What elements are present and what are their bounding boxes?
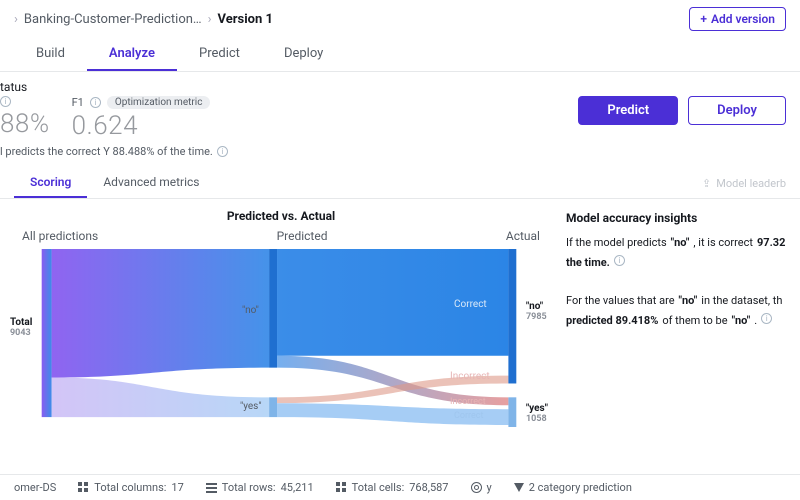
f1-value: 0.624 xyxy=(72,111,211,141)
status-description: l predicts the correct Y 88.488% of the … xyxy=(0,145,213,158)
model-leaderboard-link[interactable]: ⇪ Model leaderb xyxy=(702,177,786,190)
tab-build[interactable]: Build xyxy=(14,38,87,71)
rows-icon xyxy=(206,482,217,493)
actual-yes-label: "yes" xyxy=(526,403,548,414)
info-icon[interactable]: i xyxy=(761,313,772,324)
dataset-footer: omer-DS Total columns:17 Total rows:45,2… xyxy=(0,474,800,500)
breadcrumb-model[interactable]: Banking-Customer-Prediction… xyxy=(24,12,202,27)
prediction-type: 2 category prediction xyxy=(529,481,632,494)
actual-no-value: 7985 xyxy=(526,312,547,322)
predicted-yes-label: "yes" xyxy=(240,401,262,412)
metric-accuracy: i 88% xyxy=(0,96,50,141)
info-icon[interactable]: i xyxy=(217,146,228,157)
target-column: y xyxy=(487,481,492,494)
correct-label-2: Correct xyxy=(454,411,483,421)
correct-label: Correct xyxy=(454,299,487,310)
share-icon: ⇪ xyxy=(702,177,711,190)
optimization-badge: Optimization metric xyxy=(107,96,211,109)
insight-1: If the model predicts "no", it is correc… xyxy=(566,235,786,271)
predicted-no-label: "no" xyxy=(242,305,259,316)
col-all-predictions: All predictions xyxy=(22,229,98,243)
plus-icon: + xyxy=(700,12,707,26)
actual-yes-value: 1058 xyxy=(526,414,548,424)
deploy-button[interactable]: Deploy xyxy=(688,96,786,125)
info-icon[interactable]: i xyxy=(614,255,625,266)
chart-title: Predicted vs. Actual xyxy=(14,209,548,223)
col-actual: Actual xyxy=(506,229,540,243)
insight-2: For the values that are "no" in the data… xyxy=(566,293,786,329)
info-icon[interactable]: i xyxy=(0,96,11,107)
insights-heading: Model accuracy insights xyxy=(566,211,786,225)
sankey-chart: Predicted vs. Actual All predictions Pre… xyxy=(14,209,548,439)
actual-no-label: "no" xyxy=(526,301,543,312)
f1-label: F1 xyxy=(72,96,84,109)
chevron-right-icon: › xyxy=(14,12,18,27)
total-label: Total xyxy=(10,317,32,328)
tab-deploy[interactable]: Deploy xyxy=(262,38,345,71)
subtab-advanced-metrics[interactable]: Advanced metrics xyxy=(87,168,215,198)
metric-f1: F1 i Optimization metric 0.624 xyxy=(72,96,211,141)
breadcrumb-version[interactable]: Version 1 xyxy=(218,12,273,27)
incorrect-label-2: Incorrect xyxy=(450,397,486,407)
predict-button[interactable]: Predict xyxy=(578,96,678,125)
incorrect-label: Incorrect xyxy=(450,371,490,382)
breadcrumb: › Banking-Customer-Prediction… › Version… xyxy=(14,12,273,27)
columns-icon xyxy=(78,482,89,493)
tab-predict[interactable]: Predict xyxy=(177,38,262,71)
model-tabs: Build Analyze Predict Deploy xyxy=(0,38,800,72)
subtab-scoring[interactable]: Scoring xyxy=(14,168,87,198)
total-value: 9043 xyxy=(10,328,32,338)
add-version-label: Add version xyxy=(711,12,775,26)
target-icon xyxy=(471,482,482,493)
dataset-name: omer-DS xyxy=(14,481,56,494)
col-predicted: Predicted xyxy=(277,229,328,243)
info-icon[interactable]: i xyxy=(90,97,101,108)
add-version-button[interactable]: + Add version xyxy=(689,7,786,31)
chevron-right-icon: › xyxy=(208,12,212,27)
tab-analyze[interactable]: Analyze xyxy=(87,38,177,71)
cells-icon xyxy=(336,482,347,493)
pin-icon xyxy=(514,483,524,492)
status-heading: tatus xyxy=(0,80,786,94)
accuracy-value: 88% xyxy=(0,109,50,139)
insights-panel: Model accuracy insights If the model pre… xyxy=(566,209,786,439)
